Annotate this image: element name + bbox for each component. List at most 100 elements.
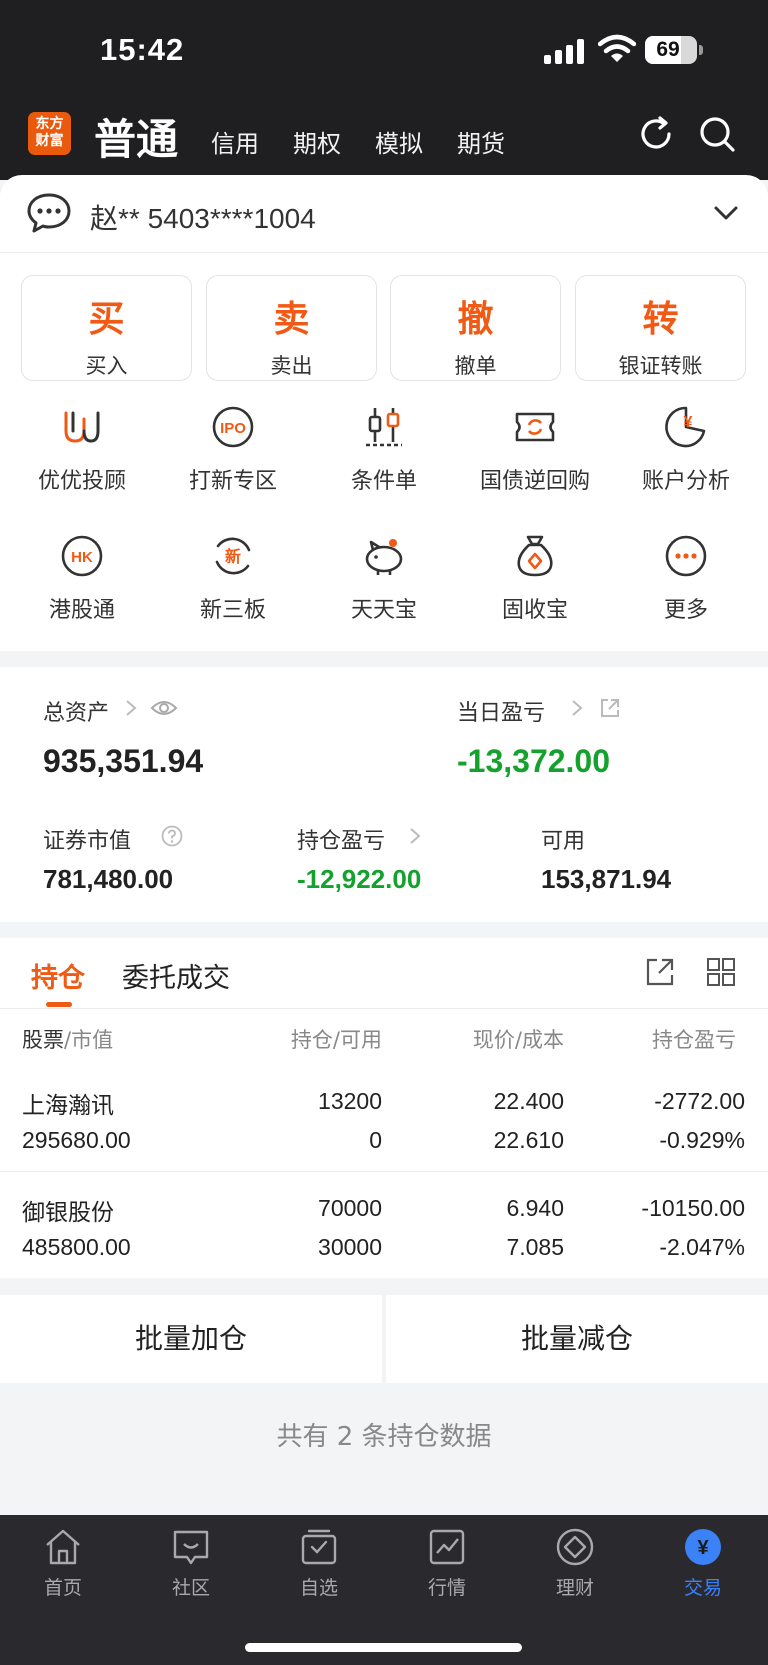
tab-wealth[interactable]: 理财 (520, 1527, 630, 1600)
grid-item-conditional-order[interactable]: 条件单 (309, 405, 459, 505)
grid-label: 条件单 (350, 469, 417, 494)
total-assets-label[interactable]: 总资产 (43, 695, 109, 727)
batch-add-button[interactable]: 批量加仓 (0, 1295, 382, 1383)
status-bar: 15:42 69 (0, 0, 768, 100)
wifi-icon (598, 34, 636, 62)
grid-label: 港股通 (48, 598, 115, 623)
tab-options[interactable]: 期权 (293, 124, 341, 159)
share-icon[interactable] (645, 957, 675, 987)
cancel-order-button[interactable]: 撤 撤单 (390, 275, 561, 381)
grid-item-hk[interactable]: HK 港股通 (7, 534, 157, 634)
tab-underline (46, 1002, 72, 1007)
sell-char: 卖 (273, 299, 310, 340)
grid-label: 更多 (663, 598, 708, 623)
trade-area: 买 买入 卖 卖出 撤 撤单 转 银证转账 优优投顾 IPO 打新专区 条件单 … (0, 253, 768, 651)
position-pl-label[interactable]: 持仓盈亏 (297, 823, 385, 855)
chat-icon[interactable] (26, 192, 72, 234)
grid-label: 固收宝 (501, 598, 568, 623)
chevron-right-icon[interactable] (570, 698, 584, 718)
grid-item-new-third-board[interactable]: 新 新三板 (158, 534, 308, 634)
stock-market-value: 295680.00 (22, 1127, 131, 1153)
cancel-label: 撤单 (454, 354, 497, 378)
daily-pl-label[interactable]: 当日盈亏 (457, 695, 545, 727)
chevron-down-icon[interactable] (712, 203, 740, 223)
stock-position: 70000 (318, 1195, 382, 1221)
tab-simulation[interactable]: 模拟 (375, 124, 423, 159)
battery-tip (699, 45, 703, 55)
available-value: 153,871.94 (541, 864, 672, 894)
grid-item-youyou[interactable]: 优优投顾 (7, 405, 157, 505)
tab-credit[interactable]: 信用 (211, 124, 259, 159)
hk-icon-text: HK (71, 549, 93, 566)
col-position-available[interactable]: 持仓/可用 (230, 1024, 382, 1054)
stock-available: 0 (369, 1127, 382, 1153)
grid-item-account-analysis[interactable]: ¥ 账户分析 (611, 405, 761, 505)
youyou-icon (64, 411, 100, 443)
account-selector[interactable]: 赵** 5403****1004 (0, 175, 768, 253)
tab-positions[interactable]: 持仓 (31, 956, 85, 995)
tab-watchlist[interactable]: 自选 (264, 1527, 374, 1600)
ipo-icon-text: IPO (220, 420, 246, 437)
chevron-right-icon[interactable] (408, 826, 422, 846)
stock-pl-pct: -2.047% (659, 1234, 745, 1260)
bank-transfer-button[interactable]: 转 银证转账 (575, 275, 746, 381)
stock-price: 22.400 (493, 1088, 564, 1114)
sell-label: 卖出 (270, 354, 313, 378)
stock-pl: -10150.00 (641, 1195, 745, 1221)
grid-item-ipo[interactable]: IPO 打新专区 (158, 405, 308, 505)
grid-item-gushoubao[interactable]: 固收宝 (460, 534, 610, 634)
stock-market-value: 485800.00 (22, 1234, 131, 1260)
watchlist-icon (301, 1529, 337, 1565)
stock-available: 30000 (318, 1234, 382, 1260)
tab-label: 交易 (683, 1577, 722, 1599)
tab-orders[interactable]: 委托成交 (122, 956, 230, 995)
account-analysis-icon-text: ¥ (684, 414, 693, 431)
stock-name: 上海瀚讯 (22, 1093, 114, 1119)
community-icon (173, 1530, 209, 1565)
help-icon[interactable] (161, 825, 183, 847)
cancel-char: 撤 (457, 299, 494, 340)
hk-icon: HK (61, 535, 103, 577)
eye-icon[interactable] (150, 697, 178, 719)
search-icon[interactable] (697, 114, 737, 154)
sell-button[interactable]: 卖 卖出 (206, 275, 377, 381)
battery-icon: 69 (645, 36, 697, 64)
stock-cost: 7.085 (506, 1234, 564, 1260)
tab-community[interactable]: 社区 (136, 1527, 246, 1600)
grid-view-icon[interactable] (706, 957, 736, 987)
ipo-icon: IPO (212, 406, 254, 448)
account-analysis-icon: ¥ (665, 406, 706, 448)
grid-item-repo[interactable]: 国债逆回购 (460, 405, 610, 505)
home-indicator (245, 1643, 522, 1652)
stock-pl-pct: -0.929% (659, 1127, 745, 1153)
conditional-order-icon (366, 408, 402, 447)
stock-cost: 22.610 (493, 1127, 564, 1153)
new-third-board-icon: 新 (215, 537, 251, 575)
external-link-icon[interactable] (599, 697, 621, 719)
buy-button[interactable]: 买 买入 (21, 275, 192, 381)
grid-label: 天天宝 (350, 598, 417, 623)
tab-market[interactable]: 行情 (392, 1527, 502, 1600)
tab-futures[interactable]: 期货 (457, 124, 505, 159)
holdings-count: 共有 2 条持仓数据 (276, 1422, 492, 1452)
tab-label: 社区 (171, 1577, 210, 1599)
tab-home[interactable]: 首页 (8, 1527, 118, 1600)
grid-item-more[interactable]: 更多 (611, 534, 761, 634)
buy-label: 买入 (85, 354, 128, 378)
tab-normal[interactable]: 普通 (94, 106, 178, 167)
tab-trade[interactable]: ¥ 交易 (648, 1527, 758, 1600)
tab-label: 首页 (43, 1577, 82, 1599)
tab-label: 自选 (299, 1577, 338, 1599)
col-price-cost[interactable]: 现价/成本 (410, 1024, 564, 1054)
col-pl[interactable]: 持仓盈亏 (652, 1024, 768, 1054)
refresh-icon[interactable] (636, 114, 676, 154)
grid-label: 账户分析 (641, 469, 730, 494)
batch-reduce-button[interactable]: 批量减仓 (386, 1295, 768, 1383)
stock-name: 御银股份 (22, 1200, 114, 1226)
chevron-right-icon[interactable] (124, 698, 138, 718)
grid-item-tiantianbao[interactable]: 天天宝 (309, 534, 459, 634)
market-value: 781,480.00 (43, 864, 174, 894)
col-stock-value[interactable]: 股票/市值 (22, 1024, 113, 1054)
tab-label: 理财 (555, 1577, 594, 1599)
new-third-board-icon-text: 新 (225, 547, 241, 566)
